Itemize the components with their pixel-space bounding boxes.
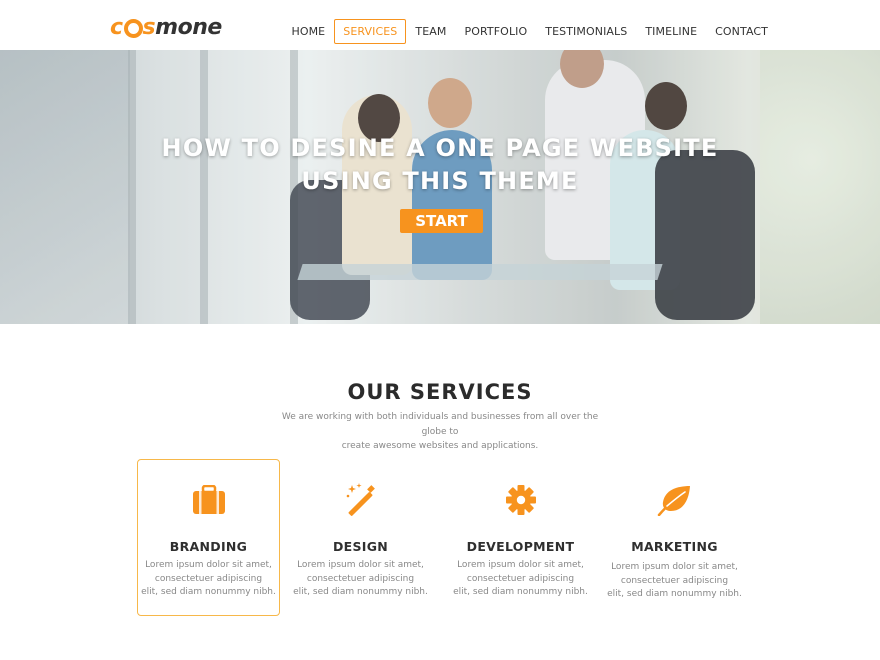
gear-icon — [503, 482, 539, 518]
service-card-desc-line: elit, sed diam nonummy nibh. — [141, 587, 276, 597]
nav-testimonials[interactable]: TESTIMONIALS — [536, 19, 636, 44]
service-card-desc-line: Lorem ipsum dolor sit amet, — [297, 560, 424, 570]
hero-banner: HOW TO DESINE A ONE PAGE WEBSITE USING T… — [0, 50, 880, 324]
service-card-desc-line: Lorem ipsum dolor sit amet, — [457, 560, 584, 570]
service-card-marketing[interactable]: MARKETING Lorem ipsum dolor sit amet, co… — [603, 459, 746, 616]
main-nav: HOME SERVICES TEAM PORTFOLIO TESTIMONIAL… — [282, 19, 777, 44]
service-card-desc-line: consectetuer adipiscing — [620, 575, 729, 586]
service-card-desc-line: elit, sed diam nonummy nibh. — [293, 587, 428, 597]
logo-ring-icon — [123, 18, 143, 38]
service-card-desc-line: consectetuer adipiscing — [154, 573, 263, 584]
services-subtitle-line2: create awesome websites and applications… — [341, 441, 539, 451]
nav-portfolio[interactable]: PORTFOLIO — [456, 19, 537, 44]
service-card-desc-line: elit, sed diam nonummy nibh. — [453, 587, 588, 597]
nav-timeline[interactable]: TIMELINE — [636, 19, 706, 44]
logo-text-middle: s — [142, 14, 156, 40]
nav-services[interactable]: SERVICES — [334, 19, 407, 44]
service-card-desc-line: consectetuer adipiscing — [466, 573, 575, 584]
service-card-desc-line: Lorem ipsum dolor sit amet, — [145, 560, 272, 570]
service-card-desc: Lorem ipsum dolor sit amet, consectetuer… — [604, 561, 745, 602]
service-card-title: DEVELOPMENT — [466, 539, 575, 554]
service-card-desc: Lorem ipsum dolor sit amet, consectetuer… — [138, 559, 279, 600]
services-title: OUR SERVICES — [347, 380, 533, 404]
service-card-development[interactable]: DEVELOPMENT Lorem ipsum dolor sit amet, … — [449, 459, 592, 616]
services-subtitle-line1: We are working with both individuals and… — [281, 412, 599, 437]
leaf-icon — [657, 482, 693, 518]
logo[interactable]: c smone — [110, 13, 222, 41]
start-button[interactable]: START — [400, 209, 483, 233]
logo-text-suffix: mone — [155, 14, 222, 40]
service-card-desc-line: consectetuer adipiscing — [306, 573, 415, 584]
hero-title-line2: USING THIS THEME — [301, 167, 579, 195]
service-card-title: DESIGN — [332, 539, 389, 554]
service-card-title: MARKETING — [631, 539, 718, 554]
hero-title-line1: HOW TO DESINE A ONE PAGE WEBSITE — [161, 134, 719, 162]
site-header: c smone HOME SERVICES TEAM PORTFOLIO TES… — [0, 0, 880, 50]
nav-team[interactable]: TEAM — [406, 19, 455, 44]
service-card-design[interactable]: DESIGN Lorem ipsum dolor sit amet, conse… — [289, 459, 432, 616]
service-card-desc: Lorem ipsum dolor sit amet, consectetuer… — [450, 559, 591, 600]
nav-contact[interactable]: CONTACT — [706, 19, 777, 44]
services-subtitle: We are working with both individuals and… — [270, 410, 610, 454]
hero-title: HOW TO DESINE A ONE PAGE WEBSITE USING T… — [0, 132, 880, 198]
service-card-desc-line: elit, sed diam nonummy nibh. — [607, 589, 742, 599]
logo-text-prefix: c — [110, 14, 123, 40]
service-card-desc-line: Lorem ipsum dolor sit amet, — [611, 562, 738, 572]
nav-home[interactable]: HOME — [282, 19, 334, 44]
service-card-title: BRANDING — [169, 539, 248, 554]
service-card-branding[interactable]: BRANDING Lorem ipsum dolor sit amet, con… — [137, 459, 280, 616]
service-card-desc: Lorem ipsum dolor sit amet, consectetuer… — [290, 559, 431, 600]
briefcase-icon — [191, 482, 227, 518]
magic-wand-icon — [343, 482, 379, 518]
